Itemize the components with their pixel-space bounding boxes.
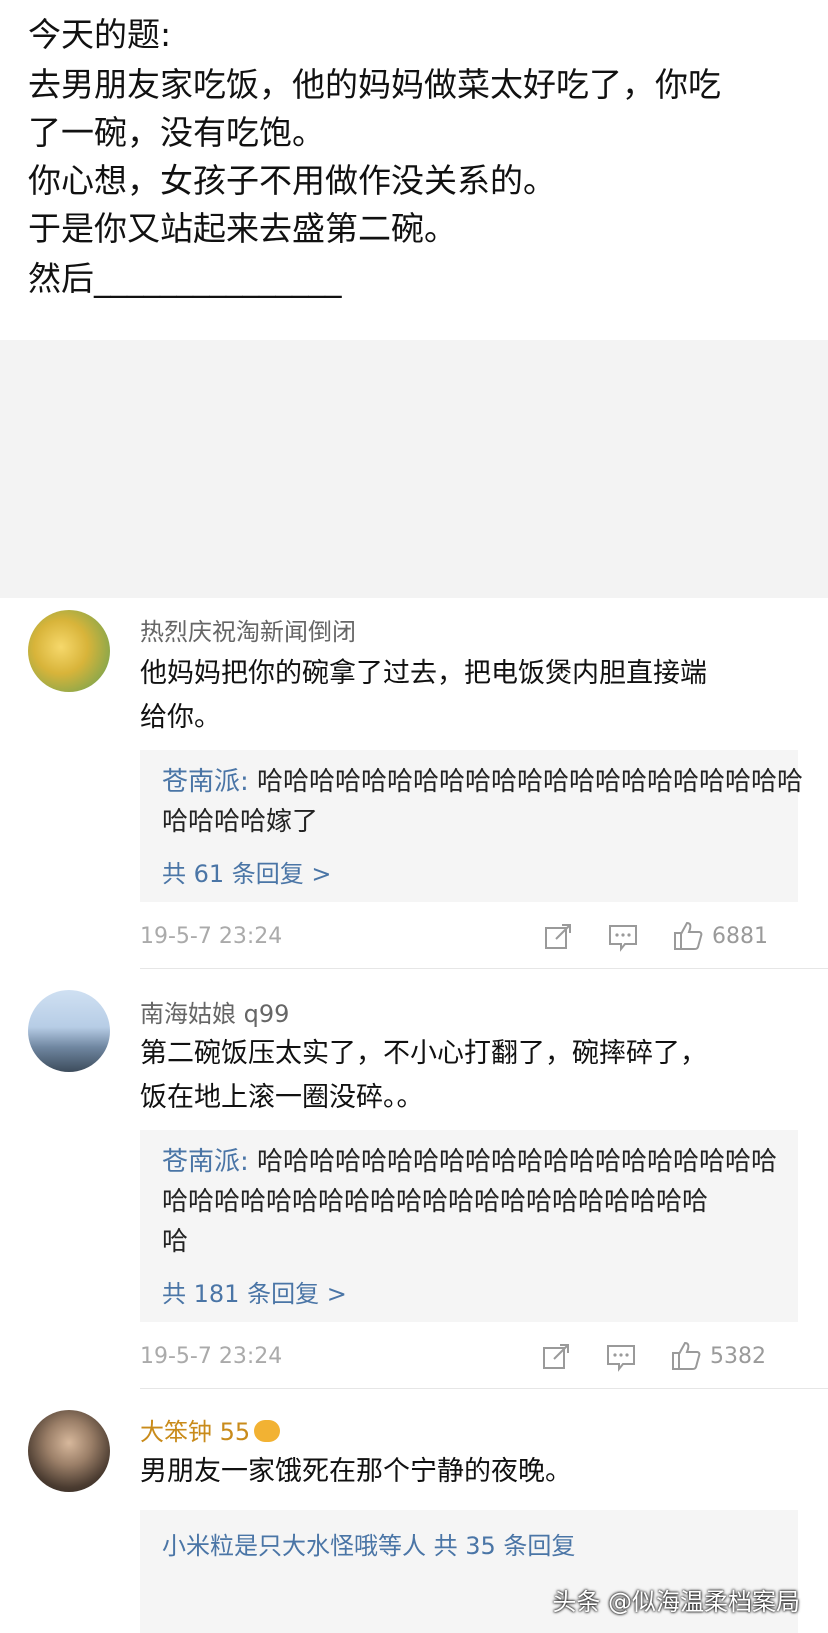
comment-text-line: 他妈妈把你的碗拿了过去，把电饭煲内胆直接端 (140, 658, 707, 689)
watermark: 头条 @似海温柔档案局 (552, 1588, 800, 1616)
reply-author[interactable]: 苍南派: (162, 767, 249, 797)
reply-line: 苍南派: 哈哈哈哈哈哈哈哈哈哈哈哈哈哈哈哈哈哈哈哈哈 (162, 762, 803, 802)
post-line: 了一碗，没有吃饱。 (28, 113, 325, 152)
avatar[interactable] (28, 1410, 110, 1492)
like-count: 6881 (712, 924, 768, 949)
comment-text-line: 第二碗饭压太实了，不小心打翻了，碗摔碎了， (140, 1038, 707, 1069)
post-line: 然后_______________ (28, 259, 342, 298)
like-icon[interactable] (672, 920, 704, 956)
like-icon[interactable] (670, 1340, 702, 1376)
comment-icon[interactable] (605, 1342, 637, 1376)
post-line: 你心想，女孩子不用做作没关系的。 (28, 161, 556, 200)
comment-timestamp: 19-5-7 23:24 (140, 1344, 283, 1369)
like-count: 5382 (710, 1344, 766, 1369)
reply-line: 哈哈哈哈嫁了 (162, 807, 319, 837)
divider (140, 1388, 828, 1389)
reply-text: 哈哈哈哈哈哈哈哈哈哈哈哈哈哈哈哈哈哈哈哈哈 (248, 767, 804, 797)
question-post: 今天的题: 去男朋友家吃饭，他的妈妈做菜太好吃了，你吃 了一碗，没有吃饱。 你心… (0, 0, 828, 340)
comment-text-line: 给你。 (140, 702, 221, 733)
comment-timestamp: 19-5-7 23:24 (140, 924, 283, 949)
share-icon[interactable] (543, 922, 573, 956)
avatar[interactable] (28, 610, 110, 692)
image-placeholder (0, 340, 828, 598)
comment-text-line: 男朋友一家饿死在那个宁静的夜晚。 (140, 1456, 572, 1487)
reply-text: 哈哈哈哈哈哈哈哈哈哈哈哈哈哈哈哈哈哈哈哈 (248, 1147, 778, 1177)
divider (140, 968, 828, 969)
post-line: 去男朋友家吃饭，他的妈妈做菜太好吃了，你吃 (28, 65, 721, 104)
reply-box[interactable]: 苍南派: 哈哈哈哈哈哈哈哈哈哈哈哈哈哈哈哈哈哈哈哈 哈哈哈哈哈哈哈哈哈哈哈哈哈哈… (140, 1130, 798, 1322)
reply-box[interactable]: 苍南派: 哈哈哈哈哈哈哈哈哈哈哈哈哈哈哈哈哈哈哈哈哈 哈哈哈哈嫁了 共 61 条… (140, 750, 803, 902)
reply-author[interactable]: 苍南派: (162, 1147, 249, 1177)
comment-username[interactable]: 热烈庆祝淘新闻倒闭 (140, 612, 356, 647)
comment-icon[interactable] (607, 922, 639, 956)
crown-icon (254, 1420, 281, 1442)
comment-username[interactable]: 大笨钟 55 (140, 1412, 281, 1447)
share-icon[interactable] (541, 1342, 571, 1376)
post-line: 于是你又站起来去盛第二碗。 (28, 209, 457, 248)
username-text: 大笨钟 55 (140, 1418, 251, 1446)
reply-line: 哈哈哈哈哈哈哈哈哈哈哈哈哈哈哈哈哈哈哈哈哈 (162, 1187, 709, 1217)
comment-username[interactable]: 南海姑娘 q99 (140, 994, 289, 1029)
comment-text-line: 饭在地上滚一圈没碎。。 (140, 1082, 424, 1113)
reply-line: 哈 (162, 1227, 189, 1257)
post-title: 今天的题: (28, 15, 172, 54)
reply-line: 苍南派: 哈哈哈哈哈哈哈哈哈哈哈哈哈哈哈哈哈哈哈哈 (162, 1142, 777, 1182)
avatar[interactable] (28, 990, 110, 1072)
more-replies-link[interactable]: 共 61 条回复 > (162, 854, 332, 889)
more-replies-link[interactable]: 小米粒是只大水怪哦等人 共 35 条回复 (162, 1526, 575, 1561)
more-replies-link[interactable]: 共 181 条回复 > (162, 1274, 347, 1309)
